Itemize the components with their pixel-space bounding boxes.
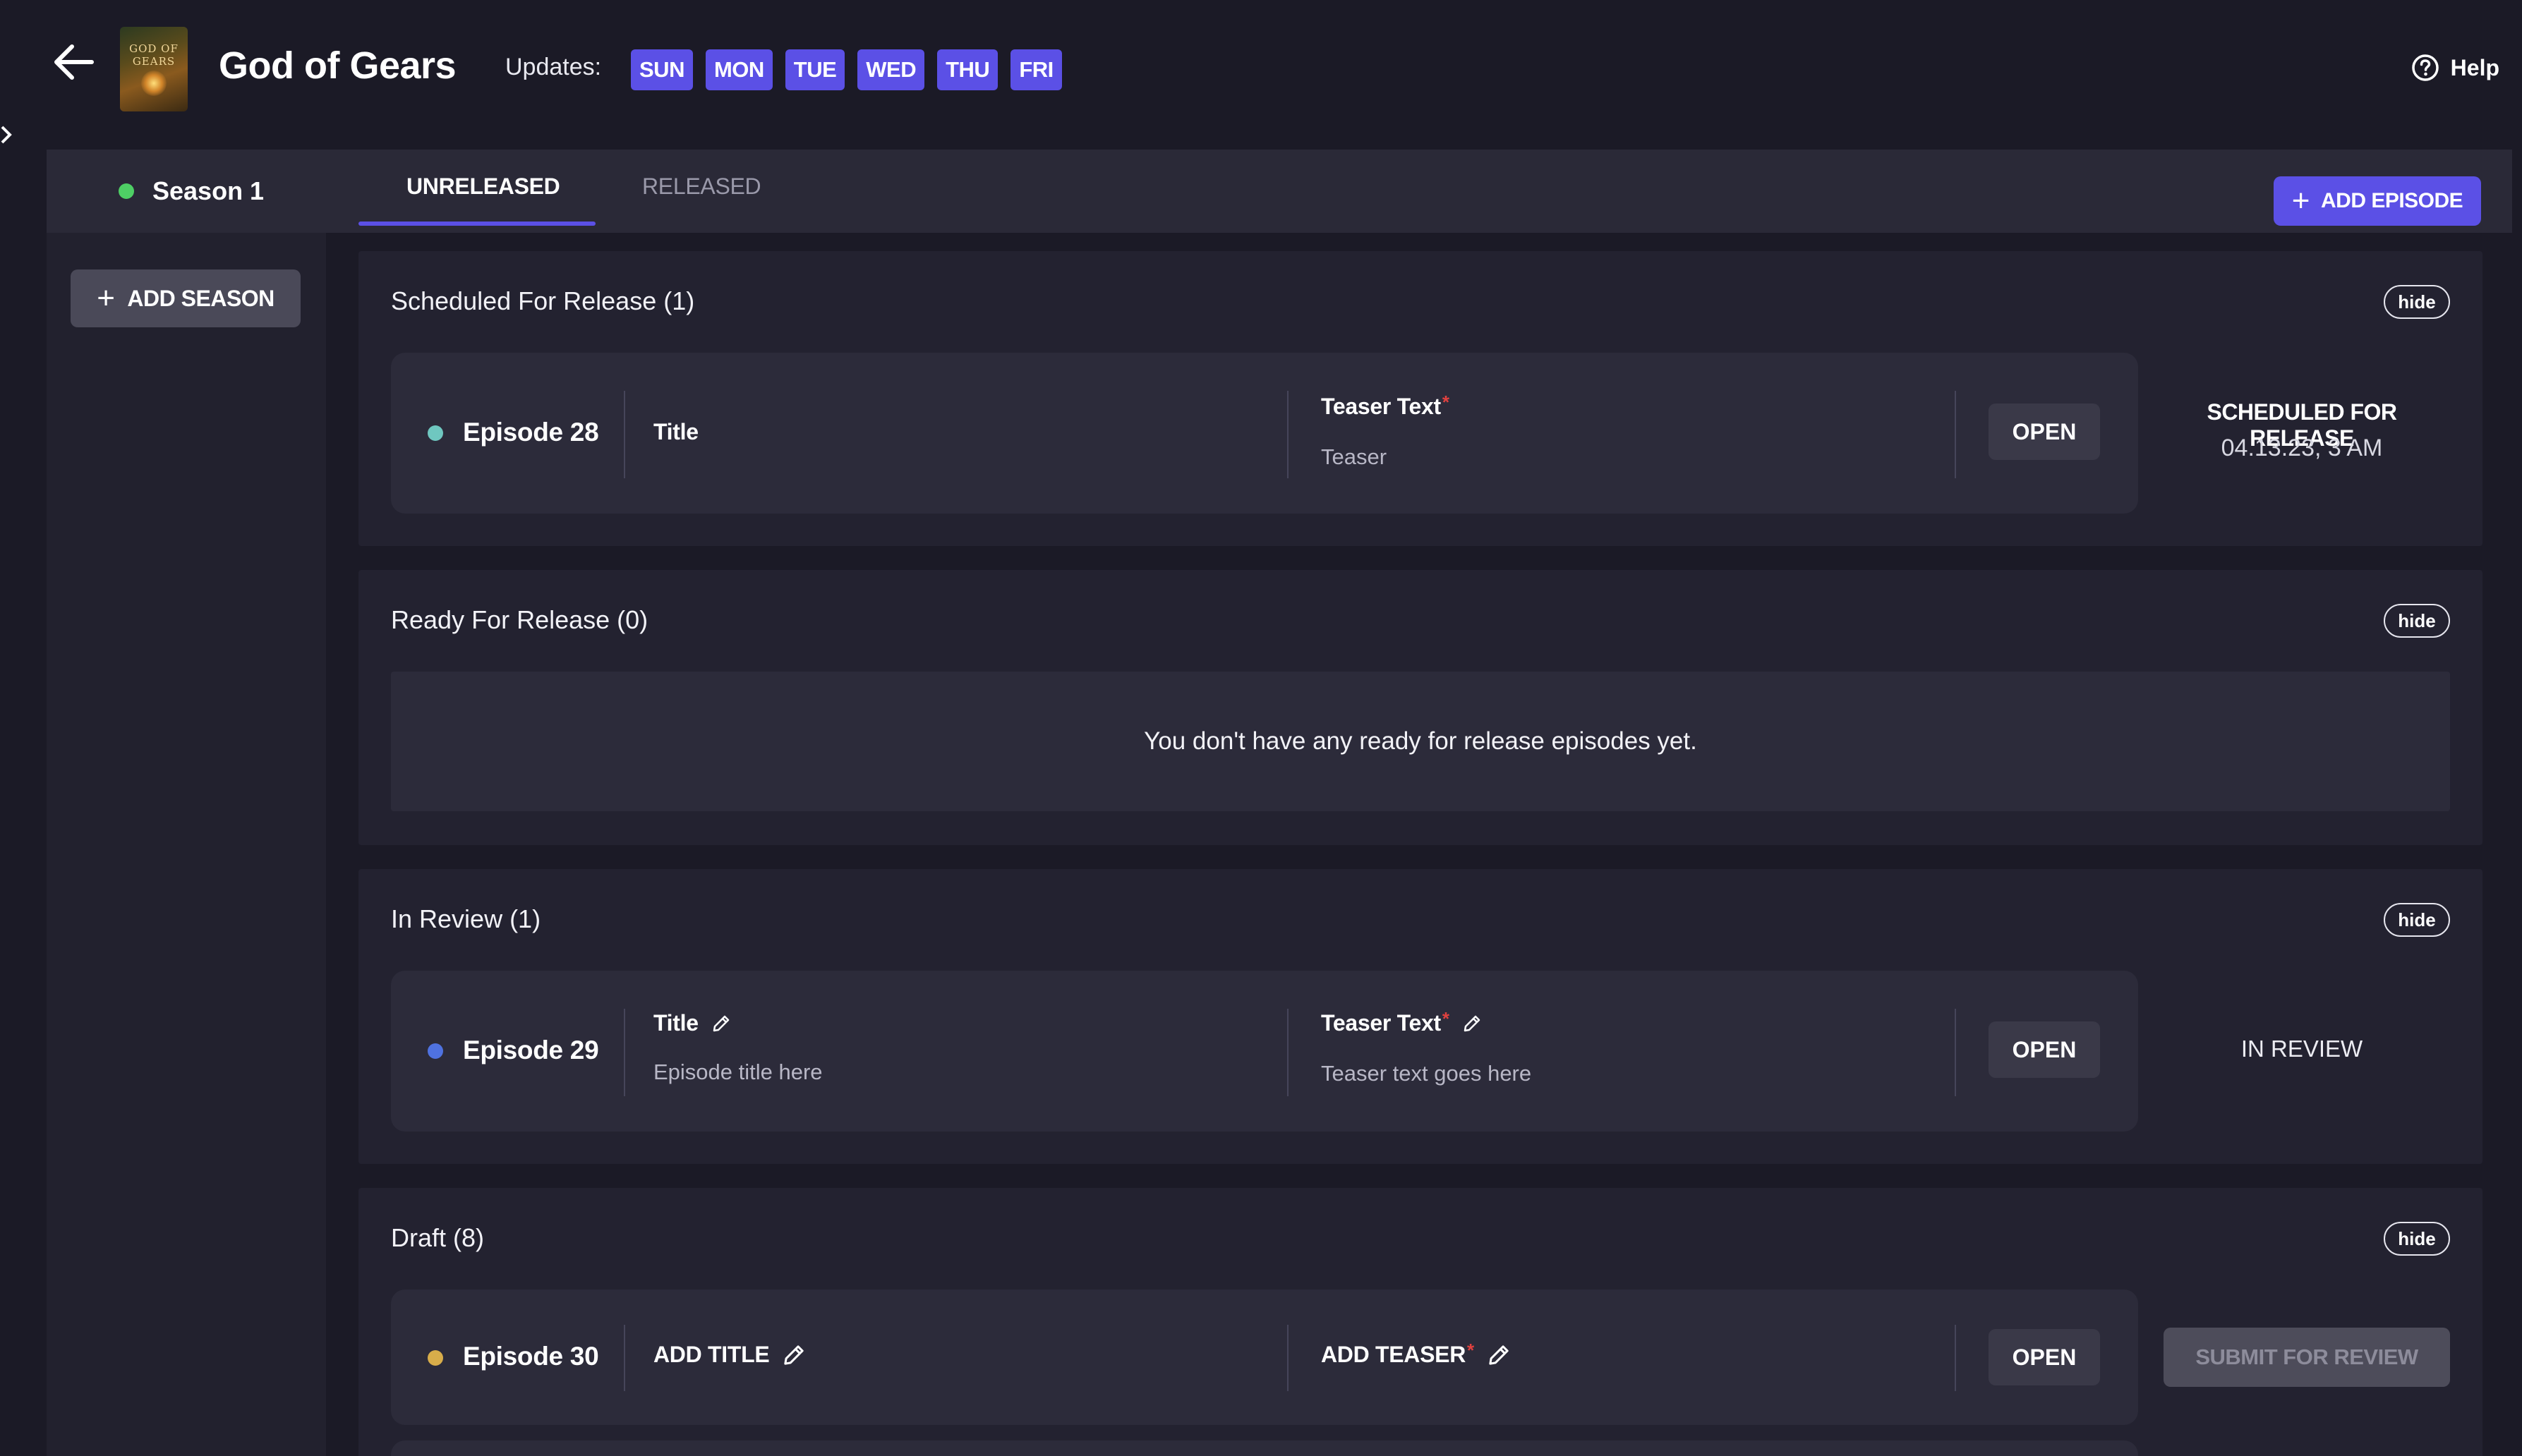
add-teaser-button[interactable]: ADD TEASER* — [1321, 1340, 1511, 1368]
status-label: IN REVIEW — [2240, 1036, 2363, 1062]
active-tab-indicator — [358, 222, 596, 226]
episode-card: Episode 29 Title Episode title here Teas… — [391, 971, 2138, 1132]
back-arrow-icon[interactable] — [51, 42, 95, 82]
title-label: Title — [653, 1010, 731, 1036]
section-title: Draft (8) — [391, 1223, 485, 1252]
required-asterisk: * — [1442, 392, 1449, 413]
pencil-icon[interactable] — [1487, 1343, 1511, 1367]
plus-icon: + — [97, 281, 115, 315]
updates-label: Updates: — [505, 54, 602, 80]
title-label: Title — [653, 419, 699, 444]
section-ready: Ready For Release (0) hide You don't hav… — [358, 570, 2482, 845]
section-title: Ready For Release (0) — [391, 605, 648, 634]
teaser-label: Teaser Text* — [1321, 1008, 1482, 1036]
section-scheduled: Scheduled For Release (1) hide Episode 2… — [358, 251, 2482, 546]
section-title: Scheduled For Release (1) — [391, 286, 695, 315]
season-label[interactable]: Season 1 — [152, 176, 264, 206]
plus-icon: + — [2291, 183, 2310, 218]
section-draft: Draft (8) hide Episode 30 ADD TITLE ADD … — [358, 1188, 2482, 1456]
add-episode-label: ADD EPISODE — [2320, 189, 2463, 212]
title-value: Episode title here — [653, 1060, 823, 1084]
teaser-value: Teaser — [1321, 444, 1387, 469]
day-chip-thu: THU — [937, 49, 998, 90]
episode-name: Episode 28 — [463, 418, 599, 447]
episode-status-dot — [428, 1350, 443, 1366]
teaser-value: Teaser text goes here — [1321, 1061, 1532, 1086]
day-chip-fri: FRI — [1010, 49, 1062, 90]
cover-title-text: GOD OF GEARS — [129, 42, 179, 68]
open-episode-button[interactable]: OPEN — [1989, 1021, 2100, 1078]
episode-status-dot — [428, 425, 443, 441]
divider — [624, 391, 625, 478]
hide-button[interactable]: hide — [2384, 1222, 2450, 1256]
episode-card: Episode 30 ADD TITLE ADD TEASER* OPEN — [391, 1290, 2138, 1425]
required-asterisk: * — [1442, 1008, 1449, 1029]
add-season-button[interactable]: + ADD SEASON — [71, 269, 301, 327]
episode-card — [391, 1440, 2138, 1456]
required-asterisk: * — [1467, 1340, 1474, 1361]
episode-status-dot — [428, 1043, 443, 1059]
day-chip-sun: SUN — [631, 49, 693, 90]
day-chip-tue: TUE — [785, 49, 845, 90]
series-title: God of Gears — [219, 44, 457, 87]
help-label: Help — [2450, 54, 2499, 80]
series-cover-image: GOD OF GEARS — [120, 27, 188, 111]
divider — [1287, 1009, 1289, 1096]
day-chip-wed: WED — [857, 49, 925, 90]
expand-sidebar-chevron-icon[interactable] — [0, 124, 13, 145]
tab-released[interactable]: RELEASED — [642, 174, 761, 200]
day-chip-mon: MON — [705, 49, 773, 90]
pencil-icon[interactable] — [1462, 1014, 1482, 1033]
add-title-button[interactable]: ADD TITLE — [653, 1342, 806, 1368]
section-in-review: In Review (1) hide Episode 29 Title Epis… — [358, 869, 2482, 1164]
hide-button[interactable]: hide — [2384, 285, 2450, 319]
help-button[interactable]: Help — [2411, 54, 2499, 82]
help-circle-icon — [2411, 54, 2439, 82]
update-days: SUN MON TUE WED THU FRI — [631, 49, 1062, 90]
open-episode-button[interactable]: OPEN — [1989, 1329, 2100, 1385]
tab-unreleased[interactable]: UNRELEASED — [406, 174, 560, 200]
hide-button[interactable]: hide — [2384, 903, 2450, 937]
divider — [624, 1325, 625, 1391]
divider — [1955, 1009, 1956, 1096]
pencil-icon[interactable] — [711, 1014, 731, 1033]
divider — [1287, 1325, 1289, 1391]
episode-name: Episode 30 — [463, 1342, 599, 1371]
pencil-icon[interactable] — [782, 1343, 806, 1367]
release-date: 04.13.23, 3 AM — [2221, 435, 2383, 461]
season-sidebar — [47, 150, 326, 1456]
add-episode-button[interactable]: + ADD EPISODE — [2274, 176, 2481, 226]
divider — [1955, 1325, 1956, 1391]
divider — [624, 1009, 625, 1096]
episode-name: Episode 29 — [463, 1036, 599, 1064]
divider — [1287, 391, 1289, 478]
season-status-dot — [119, 183, 134, 199]
open-episode-button[interactable]: OPEN — [1989, 404, 2100, 460]
teaser-label: Teaser Text* — [1321, 392, 1449, 419]
empty-state-message: You don't have any ready for release epi… — [391, 672, 2450, 811]
section-title: In Review (1) — [391, 904, 541, 933]
divider — [1955, 391, 1956, 478]
add-season-label: ADD SEASON — [127, 285, 274, 311]
submit-for-review-button[interactable]: SUBMIT FOR REVIEW — [2164, 1328, 2450, 1387]
episode-card: Episode 28 Title Teaser Text* Teaser OPE… — [391, 353, 2138, 514]
hide-button[interactable]: hide — [2384, 604, 2450, 638]
